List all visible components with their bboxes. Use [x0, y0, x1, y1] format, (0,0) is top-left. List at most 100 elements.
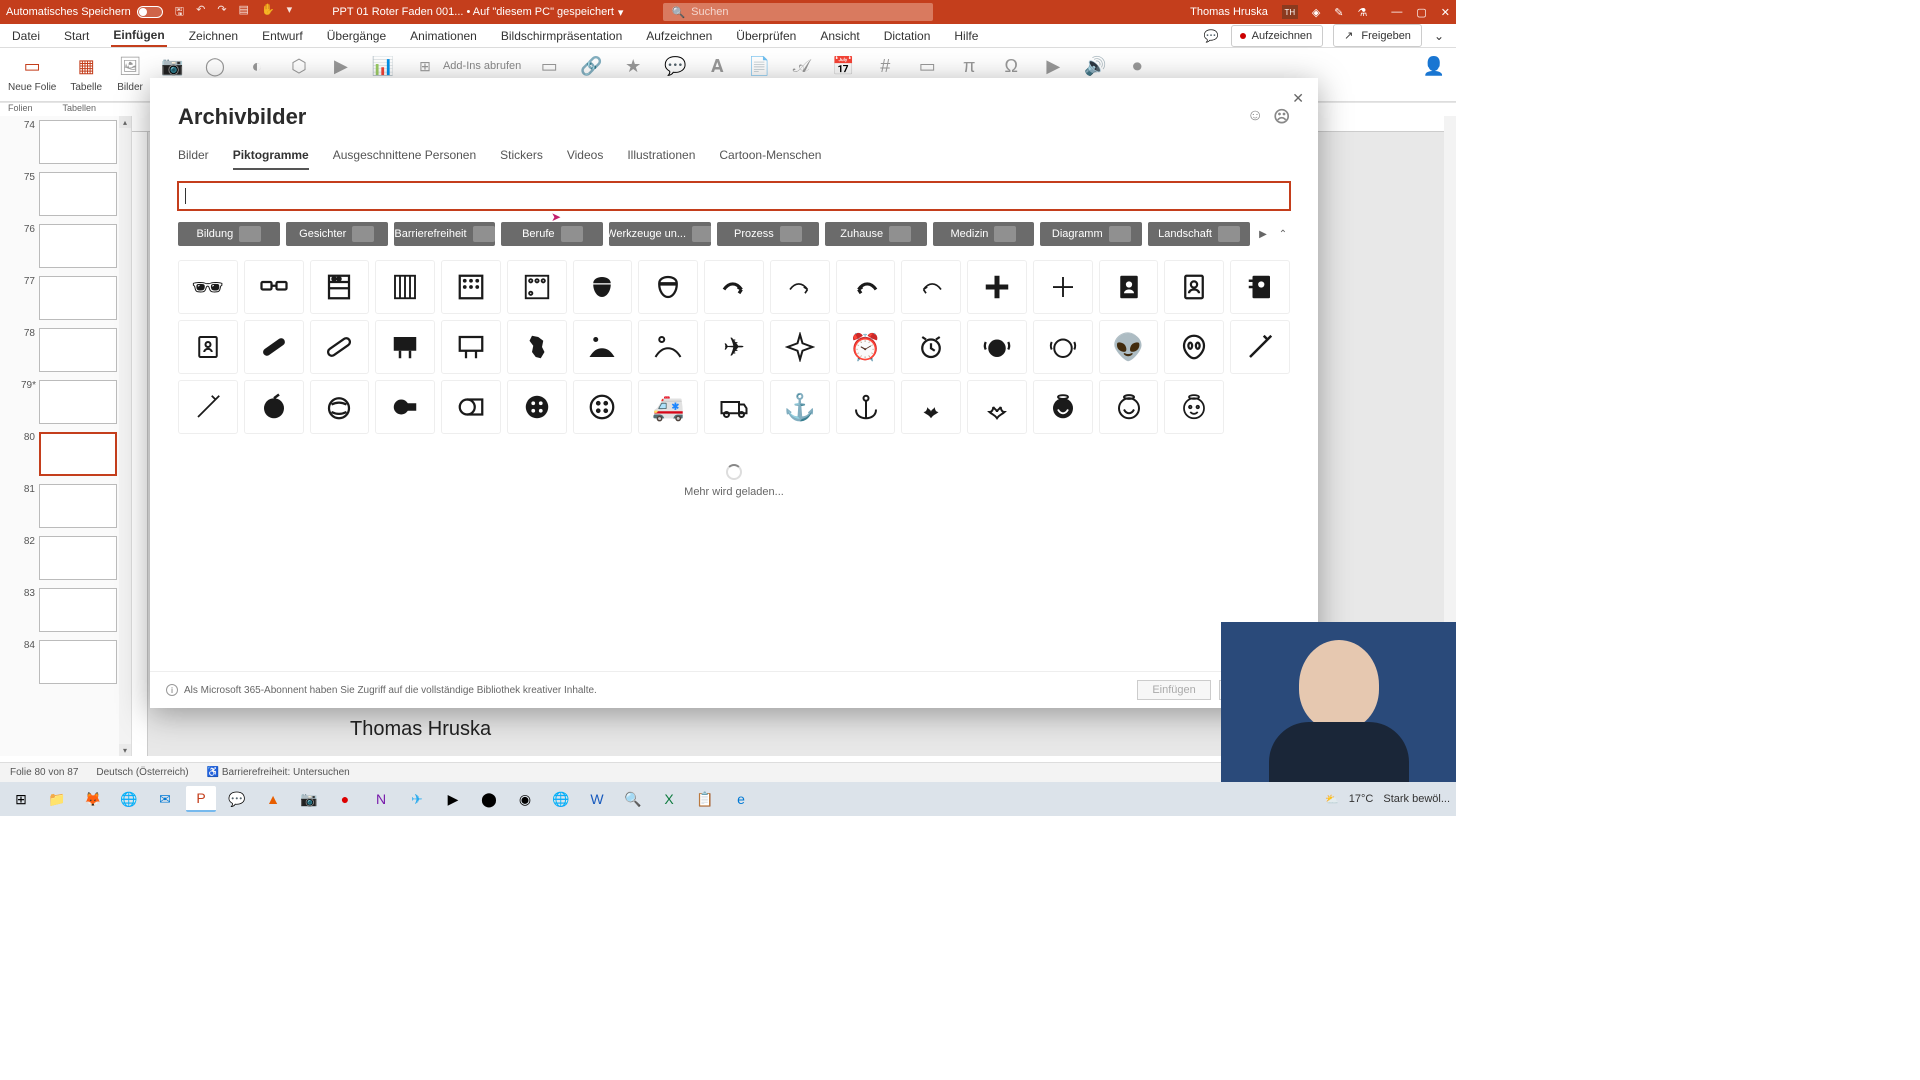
app-icon-8[interactable]: 🔍 [618, 786, 648, 812]
app-icon-7[interactable]: 🌐 [546, 786, 576, 812]
icon-abacus-3[interactable] [441, 260, 501, 314]
icon-bandage-outline[interactable] [310, 320, 370, 374]
cameo-icon[interactable]: 👤 [1420, 52, 1448, 80]
insert-button[interactable]: Einfügen [1137, 680, 1210, 700]
slidenum-icon[interactable]: # [871, 52, 899, 80]
slide-thumbnail[interactable]: 75 [21, 172, 117, 216]
slide-count-status[interactable]: Folie 80 von 87 [10, 767, 78, 778]
video-icon[interactable]: ▶ [1039, 52, 1067, 80]
icon-plus-thin[interactable] [1033, 260, 1093, 314]
zoom-icon[interactable]: ▭ [535, 52, 563, 80]
touch-icon[interactable]: ✋ [261, 3, 275, 22]
icon-acorn-outline[interactable] [638, 260, 698, 314]
symbol-icon[interactable]: Ω [997, 52, 1025, 80]
icon-contact-card-outline[interactable] [178, 320, 238, 374]
search-box[interactable]: 🔍 Suchen [663, 3, 933, 21]
user-name-label[interactable]: Thomas Hruska [1190, 6, 1268, 18]
icon-contact-book-solid[interactable] [1099, 260, 1159, 314]
record-button[interactable]: Aufzeichnen [1231, 25, 1324, 47]
thumbnail-scrollbar[interactable]: ▴ ▾ [119, 116, 131, 756]
icon-alien-outline[interactable] [1164, 320, 1224, 374]
tab-entwurf[interactable]: Entwurf [260, 26, 305, 46]
slide-thumbnail[interactable]: 76 [21, 224, 117, 268]
app-icon-2[interactable]: 📷 [294, 786, 324, 812]
dlg-tab-cartoon[interactable]: Cartoon-Menschen [719, 148, 821, 170]
icon-alien-solid[interactable]: 👽 [1099, 320, 1159, 374]
cat-gesichter[interactable]: Gesichter [286, 222, 388, 246]
app-icon-6[interactable]: ◉ [510, 786, 540, 812]
tab-zeichnen[interactable]: Zeichnen [187, 26, 240, 46]
dlg-tab-illustrationen[interactable]: Illustrationen [627, 148, 695, 170]
tab-datei[interactable]: Datei [10, 26, 42, 46]
category-next-button[interactable]: ▶ [1256, 222, 1270, 246]
icon-billboard-outline[interactable] [441, 320, 501, 374]
comment-icon[interactable]: 💬 [1202, 26, 1221, 46]
icon-alarm-ring-outline[interactable] [1033, 320, 1093, 374]
telegram-icon[interactable]: ✈ [402, 786, 432, 812]
word-icon[interactable]: W [582, 786, 612, 812]
slide-thumbnail[interactable]: 83 [21, 588, 117, 632]
explorer-icon[interactable]: 📁 [42, 786, 72, 812]
icon-abacus-4[interactable] [507, 260, 567, 314]
addins-button[interactable]: ⊞Add-Ins abrufen [411, 52, 521, 80]
icon-abacus-2[interactable] [375, 260, 435, 314]
wordart-icon[interactable]: 𝒜 [787, 52, 815, 80]
cat-zuhause[interactable]: Zuhause [825, 222, 927, 246]
icon-angel-2[interactable] [1164, 380, 1224, 434]
tab-start[interactable]: Start [62, 26, 91, 46]
icon-alarm-solid[interactable]: ⏰ [836, 320, 896, 374]
icon-arrow-right-curve-solid[interactable] [704, 260, 764, 314]
slide-thumbnail[interactable]: 84 [21, 640, 117, 684]
object-icon[interactable]: ▭ [913, 52, 941, 80]
icon-yarn-outline[interactable] [310, 380, 370, 434]
icon-acorn-solid[interactable] [573, 260, 633, 314]
beaker-icon[interactable]: ⚗ [1358, 6, 1368, 19]
icon-airplane-solid[interactable]: ✈ [704, 320, 764, 374]
excel-icon[interactable]: X [654, 786, 684, 812]
dlg-tab-piktogramme[interactable]: Piktogramme [233, 148, 309, 170]
date-icon[interactable]: 📅 [829, 52, 857, 80]
table-button[interactable]: ▦Tabelle [70, 52, 102, 93]
icon-anchor-outline[interactable] [836, 380, 896, 434]
slide-thumbnail[interactable]: 78 [21, 328, 117, 372]
close-button[interactable]: ✕ [1441, 6, 1450, 19]
collapse-ribbon-icon[interactable]: ⌄ [1432, 26, 1446, 46]
icon-abacus-1[interactable] [310, 260, 370, 314]
cat-diagramm[interactable]: Diagramm [1040, 222, 1142, 246]
autosave-toggle[interactable] [137, 6, 163, 18]
slide-thumbnail[interactable]: 74 [21, 120, 117, 164]
cat-prozess[interactable]: Prozess [717, 222, 819, 246]
chrome-icon[interactable]: 🌐 [114, 786, 144, 812]
dlg-tab-personen[interactable]: Ausgeschnittene Personen [333, 148, 476, 170]
vlc-icon[interactable]: ▲ [258, 786, 288, 812]
app-icon-4[interactable]: ▶ [438, 786, 468, 812]
new-slide-button[interactable]: ▭Neue Folie [8, 52, 56, 93]
icon-airplane-outline[interactable] [770, 320, 830, 374]
tab-einfuegen[interactable]: Einfügen [111, 25, 166, 47]
onenote-icon[interactable]: N [366, 786, 396, 812]
shapes-icon[interactable]: ◯ [201, 52, 229, 80]
weather-desc[interactable]: Stark bewöl... [1383, 793, 1450, 805]
cat-landschaft[interactable]: Landschaft [1148, 222, 1250, 246]
model-icon[interactable]: ▶ [327, 52, 355, 80]
cat-bildung[interactable]: Bildung [178, 222, 280, 246]
tab-animationen[interactable]: Animationen [408, 26, 479, 46]
icon-arrow-right-curve-thin[interactable] [770, 260, 830, 314]
icon-alarm-ring-solid[interactable] [967, 320, 1027, 374]
weather-icon[interactable]: ⛅ [1325, 793, 1339, 806]
comment-insert-icon[interactable]: 💬 [661, 52, 689, 80]
textbox-icon[interactable]: 𝐀 [703, 52, 731, 80]
icon-arrow-left-curve-thin[interactable] [901, 260, 961, 314]
icon-billboard-solid[interactable] [375, 320, 435, 374]
slide-thumbnail[interactable]: 82 [21, 536, 117, 580]
scroll-down-icon[interactable]: ▾ [119, 744, 131, 756]
slide-thumbnail[interactable]: 77 [21, 276, 117, 320]
slide-thumbnail[interactable]: 80 [21, 432, 117, 476]
screenrec-icon[interactable]: ⏺ [1123, 52, 1151, 80]
icon-coral-outline[interactable] [967, 380, 1027, 434]
chart-icon[interactable]: 📊 [369, 52, 397, 80]
accessibility-status[interactable]: ♿ Barrierefreiheit: Untersuchen [207, 767, 350, 778]
feedback-happy-icon[interactable]: ☺ [1247, 107, 1263, 127]
icon-3d-glasses-outline[interactable] [244, 260, 304, 314]
tab-bildschirm[interactable]: Bildschirmpräsentation [499, 26, 624, 46]
